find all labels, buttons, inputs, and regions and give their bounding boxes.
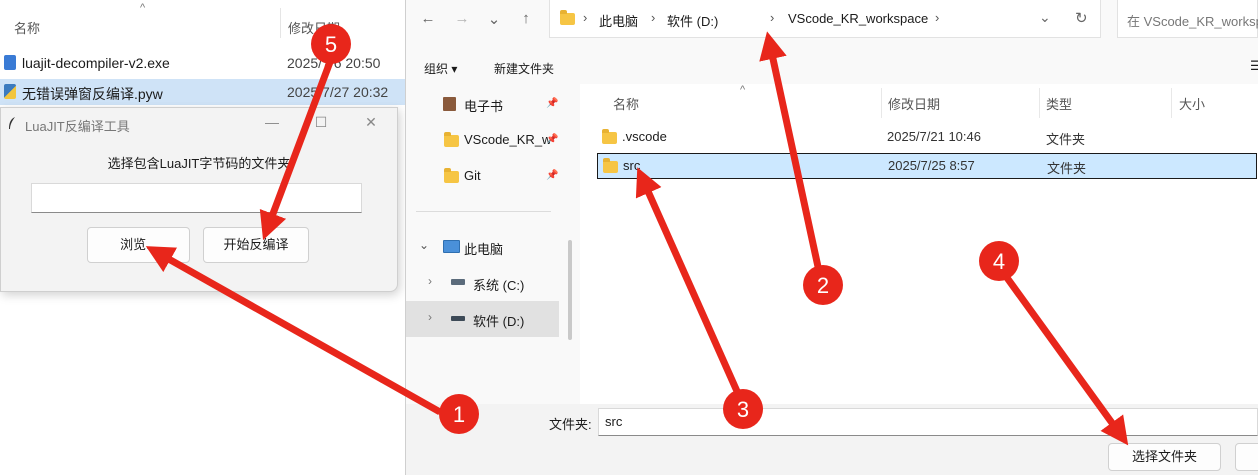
file-date: 2025/7/6 20:50 [287, 55, 381, 71]
minimize-button[interactable]: — [264, 114, 280, 130]
maximize-button[interactable]: ☐ [313, 114, 329, 130]
column-header-name[interactable]: 名称 [613, 94, 639, 113]
computer-icon [443, 240, 460, 253]
file-type: 文件夹 [1046, 132, 1086, 147]
file-name: 无错误弹窗反编译.pyw [22, 86, 163, 102]
column-header-size[interactable]: 大小 [1179, 94, 1205, 113]
search-placeholder: 在 VScode_KR_workspace 中搜索 [1127, 14, 1258, 29]
back-button[interactable]: ← [417, 10, 439, 28]
nav-item-drive-d[interactable]: › 软件 (D:) [406, 301, 559, 337]
address-bar[interactable]: › 此电脑 › 软件 (D:) › VScode_KR_workspace › … [549, 0, 1101, 38]
close-button[interactable]: ✕ [363, 114, 379, 130]
column-divider [1039, 88, 1040, 118]
column-header-modified[interactable]: 修改日期 [888, 94, 940, 113]
file-name: luajit-decompiler-v2.exe [22, 55, 170, 71]
file-list: ^ 名称 修改日期 类型 大小 .vscode 2025/7/21 10:46 … [580, 84, 1258, 404]
folder-path-input[interactable] [31, 183, 362, 213]
file-type: 文件夹 [1047, 161, 1087, 176]
nav-divider [416, 211, 551, 212]
nav-item-label: 此电脑 [464, 242, 504, 257]
breadcrumb-separator: › [935, 10, 940, 25]
nav-item-label: 软件 (D:) [473, 314, 525, 329]
breadcrumb-this-pc[interactable]: 此电脑 [599, 11, 638, 30]
nav-item-label: 系统 (C:) [473, 278, 525, 293]
select-folder-button[interactable]: 选择文件夹 [1108, 443, 1221, 471]
folder-icon [444, 132, 459, 147]
command-bar: 组织 ▾ 新建文件夹 ☰ [406, 52, 1258, 82]
file-name: .vscode [622, 129, 667, 144]
feather-icon [9, 117, 15, 129]
pin-icon: 📌 [546, 170, 559, 181]
folder-icon [603, 158, 618, 173]
python-file-icon [4, 84, 16, 99]
pin-icon: 📌 [546, 98, 559, 109]
forward-button[interactable]: → [451, 10, 473, 28]
column-divider [1171, 88, 1172, 118]
new-folder-button[interactable]: 新建文件夹 [494, 60, 554, 77]
luajit-decompiler-window: LuaJIT反编译工具 — ☐ ✕ 选择包含LuaJIT字节码的文件夹 浏览..… [0, 107, 398, 292]
up-button[interactable]: ↑ [515, 10, 537, 28]
column-header-name[interactable]: 名称 [14, 18, 40, 37]
cancel-button[interactable] [1235, 443, 1258, 471]
view-options-icon[interactable]: ☰ [1250, 58, 1258, 74]
expand-chevron-icon[interactable]: › [428, 274, 432, 288]
refresh-icon[interactable]: ↻ [1075, 9, 1088, 27]
folder-field-label: 文件夹: [549, 417, 592, 432]
file-row-decompile-pyw[interactable]: 无错误弹窗反编译.pyw 2025/7/27 20:32 [0, 79, 406, 105]
ebook-icon [443, 97, 456, 111]
pin-icon: 📌 [546, 134, 559, 145]
file-row-src[interactable]: src 2025/7/25 8:57 文件夹 [597, 153, 1257, 179]
file-date: 2025/7/21 10:46 [887, 129, 981, 144]
nav-item-drive-c[interactable]: › 系统 (C:) [406, 265, 566, 301]
organize-button[interactable]: 组织 ▾ [424, 60, 457, 77]
column-header-type[interactable]: 类型 [1046, 94, 1072, 113]
file-row-decompiler-exe[interactable]: luajit-decompiler-v2.exe 2025/7/6 20:50 [0, 50, 406, 76]
window-title: LuaJIT反编译工具 [25, 119, 130, 134]
drive-icon [451, 316, 465, 321]
breadcrumb-separator: › [583, 10, 588, 25]
drive-icon [451, 279, 465, 285]
nav-item-this-pc[interactable]: ⌄ 此电脑 [406, 229, 566, 265]
breadcrumb-separator: › [770, 10, 775, 25]
folder-icon [560, 10, 575, 25]
nav-item-ebook[interactable]: 电子书 📌 [406, 86, 566, 122]
breadcrumb-separator: › [651, 10, 656, 25]
address-dropdown-icon[interactable]: ⌄ [1039, 9, 1051, 26]
folder-prompt-label: 选择包含LuaJIT字节码的文件夹 [107, 156, 291, 171]
browse-button[interactable]: 浏览... [87, 227, 190, 263]
exe-file-icon [4, 55, 16, 70]
nav-item-git[interactable]: Git 📌 [406, 158, 566, 194]
file-date: 2025/7/25 8:57 [888, 158, 975, 173]
recent-locations-button[interactable]: ⌄ [483, 10, 505, 28]
folder-icon [602, 129, 617, 144]
file-name: src [623, 158, 641, 173]
folder-name-input[interactable]: src [598, 408, 1258, 436]
file-row-vscode[interactable]: .vscode 2025/7/21 10:46 文件夹 [596, 124, 1258, 150]
expand-chevron-icon[interactable]: › [428, 310, 432, 324]
breadcrumb-drive-d[interactable]: 软件 (D:) [667, 11, 718, 30]
expand-chevron-icon[interactable]: ⌄ [419, 238, 429, 252]
column-divider [280, 8, 281, 38]
sort-indicator-icon: ^ [140, 2, 146, 14]
nav-item-label: Git [464, 168, 481, 183]
breadcrumb-workspace[interactable]: VScode_KR_workspace [788, 11, 928, 26]
nav-scrollbar[interactable] [568, 240, 572, 340]
column-header-modified[interactable]: 修改日期 [288, 18, 340, 37]
search-box[interactable]: 在 VScode_KR_workspace 中搜索 [1117, 0, 1258, 38]
nav-item-vscode-workspace[interactable]: VScode_KR_w 📌 [406, 122, 566, 158]
start-decompile-button[interactable]: 开始反编译 [203, 227, 309, 263]
nav-item-label: 电子书 [464, 99, 504, 114]
sort-indicator-icon: ^ [740, 84, 746, 96]
navigation-pane: 电子书 📌 VScode_KR_w 📌 Git 📌 ⌄ 此电脑 › 系统 (C:… [406, 84, 578, 404]
nav-item-label: VScode_KR_w [464, 132, 552, 147]
column-divider [881, 88, 882, 118]
file-date: 2025/7/27 20:32 [287, 84, 389, 100]
folder-icon [444, 168, 459, 183]
